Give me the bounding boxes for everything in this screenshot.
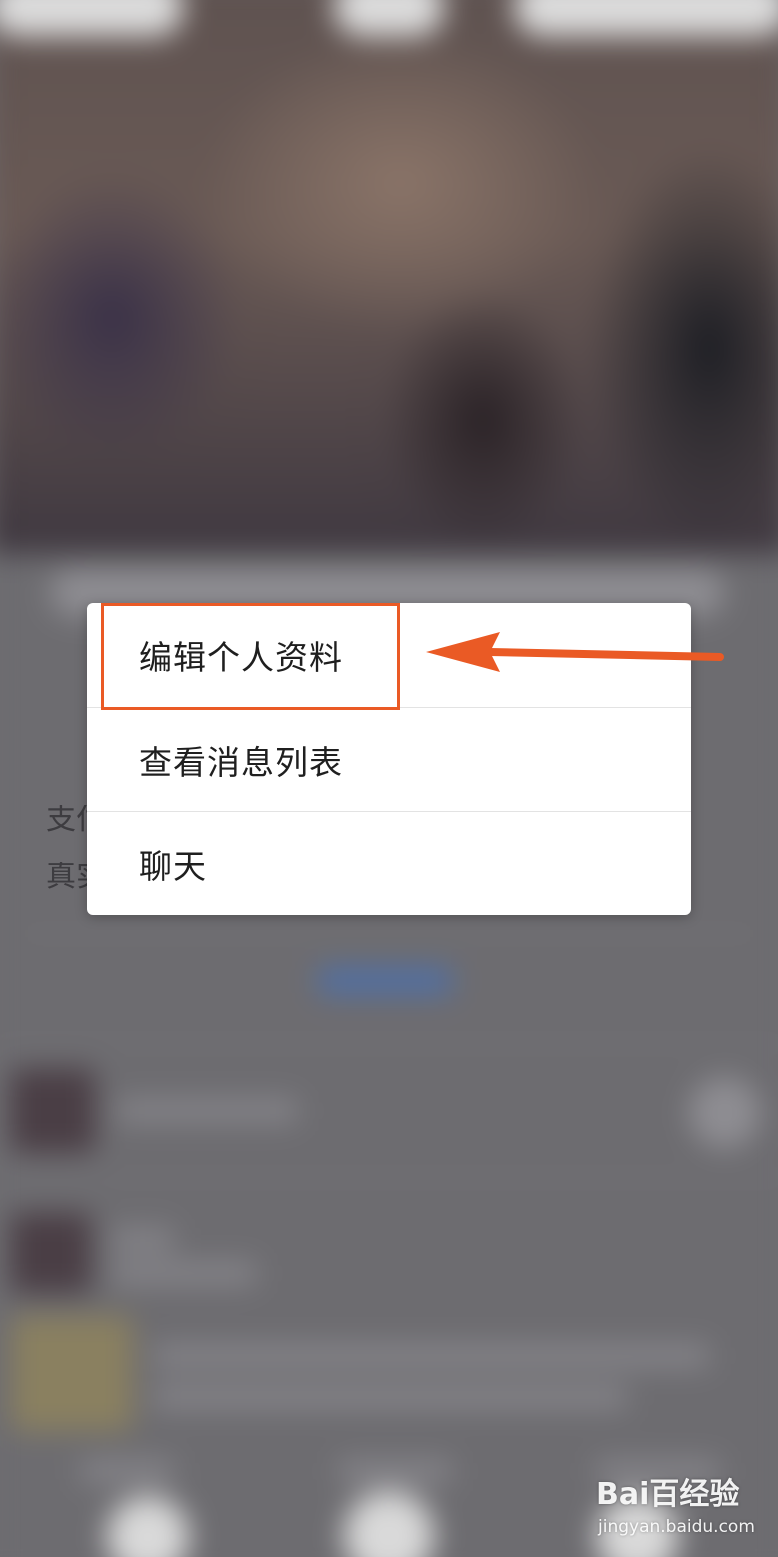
blurred-text — [338, 1459, 452, 1483]
divider — [0, 1042, 778, 1045]
cover-photo — [0, 0, 778, 554]
blurred-text — [111, 1228, 174, 1251]
pointer-arrow-icon — [426, 632, 724, 672]
divider — [19, 932, 759, 935]
top-center-pill — [333, 0, 445, 37]
top-right-pill — [513, 0, 778, 37]
divider — [0, 1176, 778, 1179]
avatar — [10, 1068, 96, 1153]
watermark-url: jingyan.baidu.com — [598, 1517, 755, 1537]
blurred-text — [111, 1262, 257, 1285]
blurred-text — [117, 1099, 298, 1123]
blurred-text — [81, 1459, 174, 1483]
blurred-text — [153, 1344, 710, 1368]
menu-item-chat[interactable]: 聊天 — [87, 811, 691, 915]
blurred-link — [317, 967, 452, 995]
top-left-pill — [0, 0, 185, 37]
baidu-jingyan-watermark: Bai百经验 jingyan.baidu.com — [590, 1465, 770, 1545]
partial-text: 支付 — [46, 805, 88, 835]
highlight-box — [101, 603, 400, 710]
partial-text: 真实 — [46, 862, 88, 892]
blurred-icon — [688, 1076, 761, 1149]
post-image — [10, 1315, 133, 1432]
blurred-text — [153, 1385, 627, 1409]
watermark-brand: Bai百经验 — [596, 1477, 740, 1512]
menu-item-view-messages[interactable]: 查看消息列表 — [87, 707, 691, 811]
avatar — [10, 1212, 92, 1293]
